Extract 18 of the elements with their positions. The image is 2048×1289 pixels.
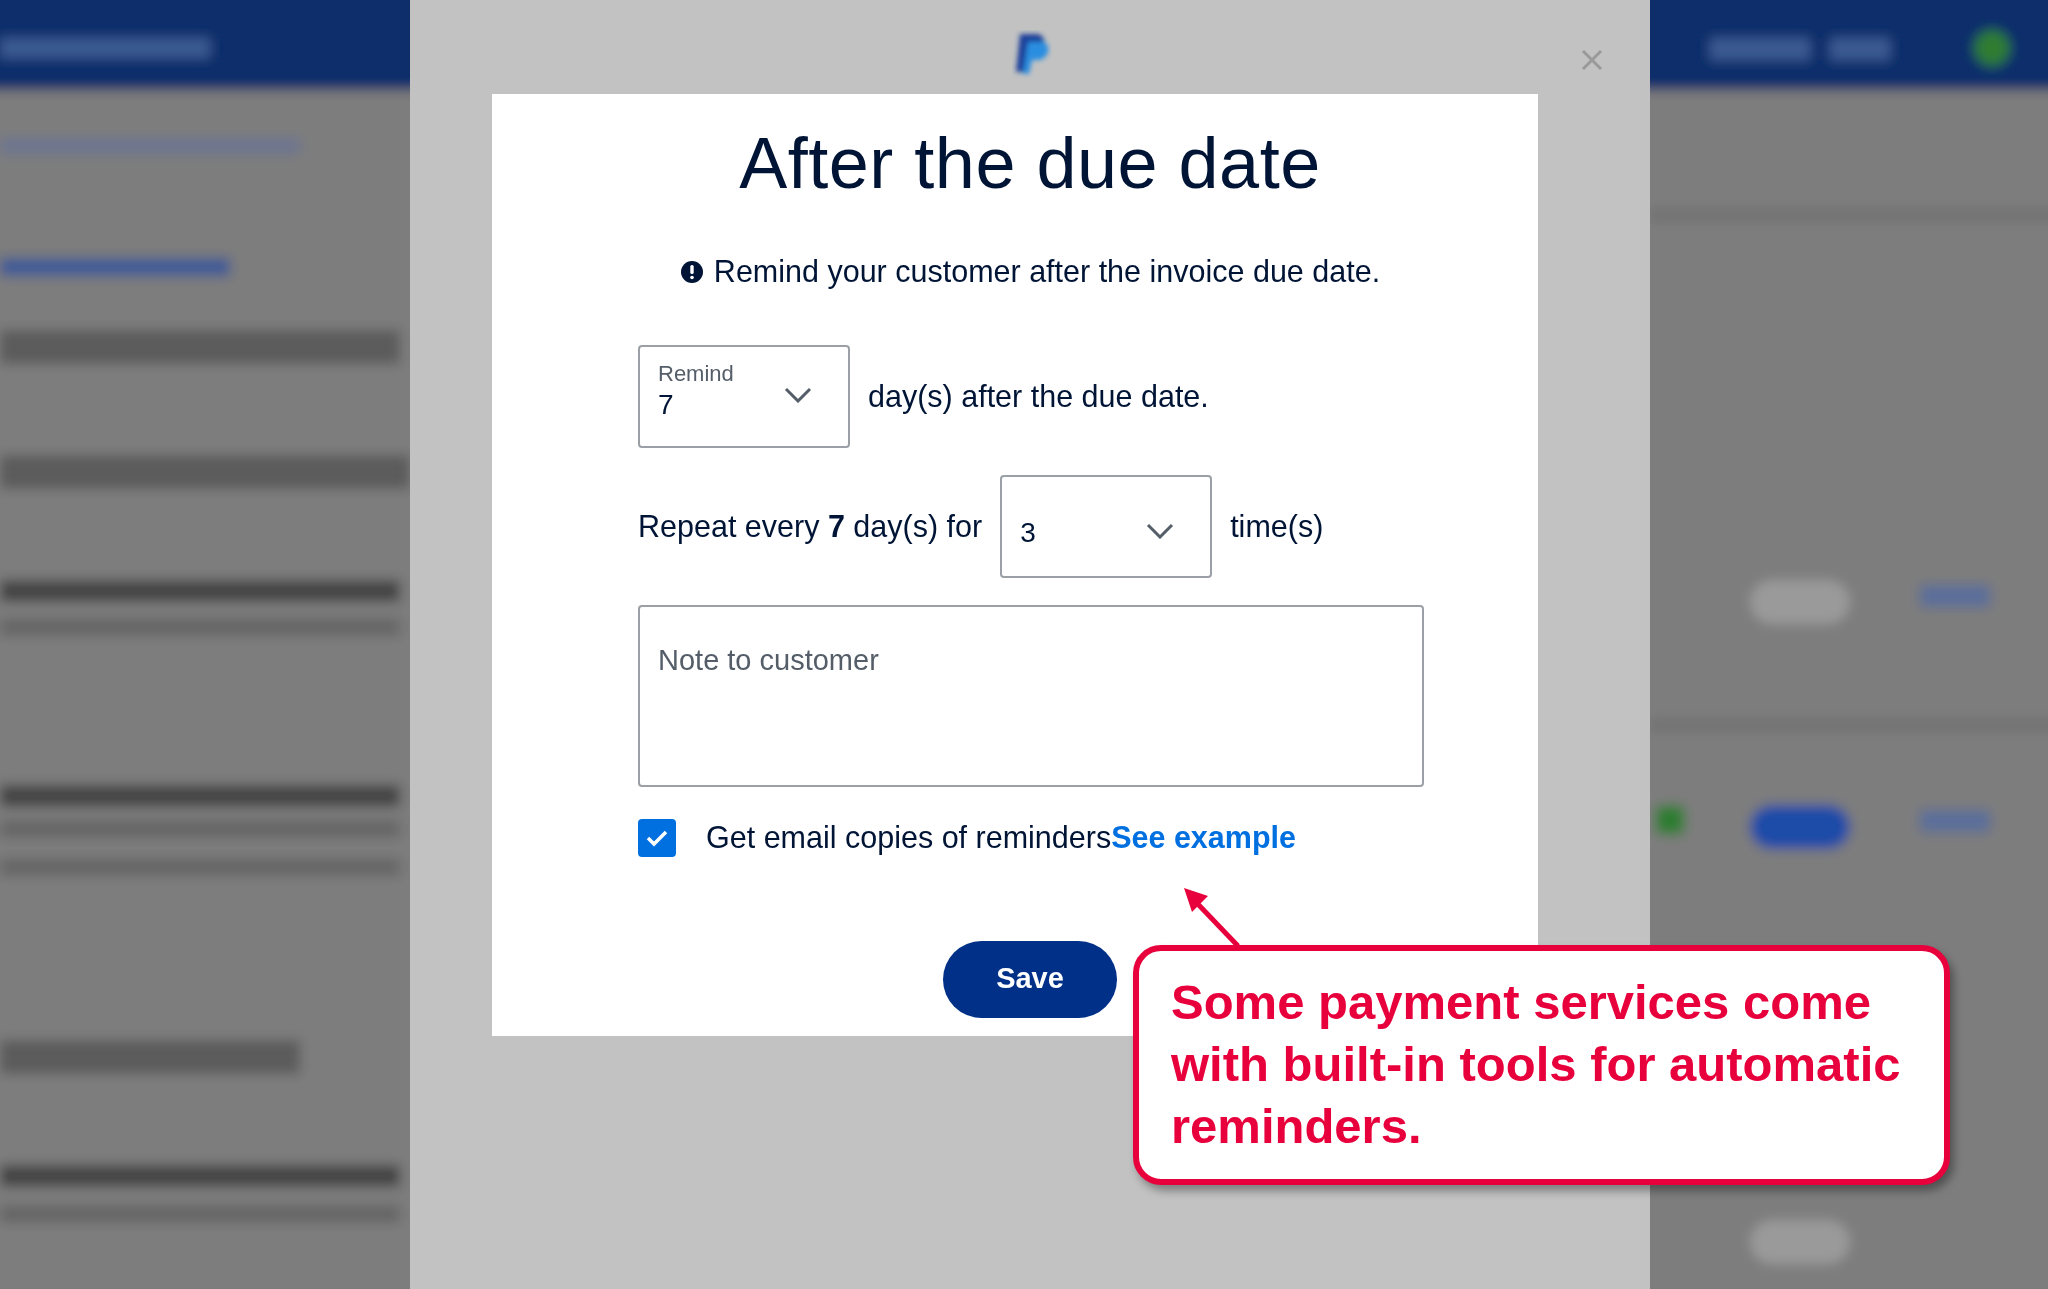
save-button[interactable]: Save [943,940,1117,1018]
note-field[interactable]: Note to customer [638,604,1424,787]
checkmark-icon [646,828,668,847]
callout: Some payment services come with built-in tools for automatic reminders. [1133,945,1950,1185]
alert-icon [679,260,704,285]
checkbox-label: Get email copies of reminders [706,818,1112,857]
dialog-title: After the due date [738,124,1322,204]
chevron-icon [1146,522,1175,539]
checkbox[interactable] [638,818,676,857]
remind-text: day(s) after the due date. [868,377,1209,416]
see-example-link[interactable]: See example [1111,814,1296,861]
chevron-icon [784,386,812,403]
repeat-text: Repeat every 7 day(s) for [638,507,983,546]
repeat-dropdown[interactable]: 3 [1000,474,1213,578]
times-text: time(s) [1230,507,1324,546]
remind-dropdown[interactable]: Remind 7 [638,344,850,448]
info-text: Remind your customer after the invoice due date. [713,253,1381,291]
arrow [1184,888,1240,948]
